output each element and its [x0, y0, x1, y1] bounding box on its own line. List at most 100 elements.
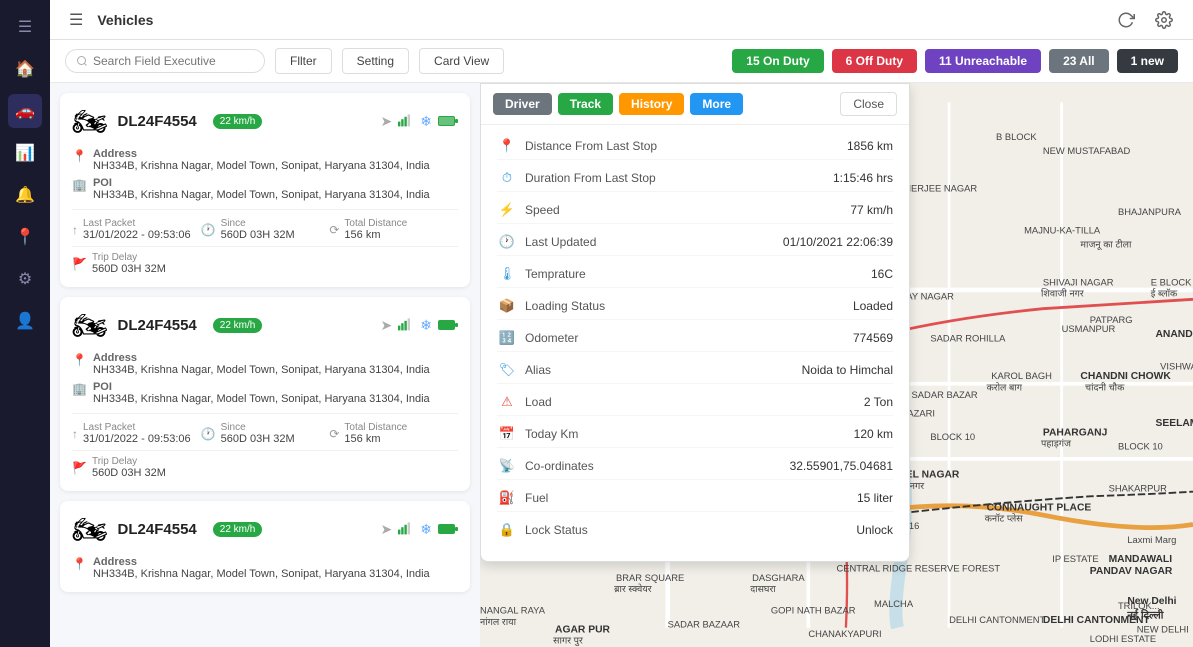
fuel-value: 15 liter — [857, 491, 893, 505]
status-buttons: 15 On Duty 6 Off Duty 11 Unreachable 23 … — [732, 49, 1178, 73]
navigate-icon[interactable]: ➤ — [381, 113, 393, 130]
vehicle-card: 🏍 DL24F4554 22 km/h ➤ ❄ — [60, 93, 470, 287]
profile-icon[interactable]: 👤 — [8, 304, 42, 338]
vehicle-details: 📍 Address NH334B, Krishna Nagar, Model T… — [72, 556, 458, 580]
address-row: 📍 Address NH334B, Krishna Nagar, Model T… — [72, 556, 458, 580]
vehicle-card-header: 🏍 DL24F4554 22 km/h ➤ ❄ — [72, 513, 458, 546]
svg-text:KAROL BAGH: KAROL BAGH — [991, 371, 1052, 381]
loading-status-icon: 📦 — [497, 296, 517, 316]
since-stat: 🕐 Since 560D 03H 32M — [201, 422, 330, 445]
alerts-icon[interactable]: 🔔 — [8, 178, 42, 212]
today-km-label: Today Km — [525, 427, 846, 441]
lock-status-label: Lock Status — [525, 523, 848, 537]
temperature-icon: 🌡 — [497, 264, 517, 284]
topbar-icons — [1112, 6, 1178, 34]
vehicle-stats: ↑ Last Packet 31/01/2022 - 09:53:06 🕐 Si… — [72, 209, 458, 241]
unreachable-button[interactable]: 11 Unreachable — [925, 49, 1041, 73]
navigate-icon[interactable]: ➤ — [381, 521, 393, 538]
tab-history[interactable]: History — [619, 93, 684, 115]
poi-row: 🏢 POI NH334B, Krishna Nagar, Model Town,… — [72, 381, 458, 405]
main-content: ☰ Vehicles Fllt — [50, 0, 1193, 647]
settings-icon[interactable]: ⚙ — [8, 262, 42, 296]
odometer-icon: 🔢 — [497, 328, 517, 348]
svg-text:ANAND V...: ANAND V... — [1155, 329, 1193, 340]
new-button[interactable]: 1 new — [1117, 49, 1178, 73]
vehicle-action-icons: ➤ ❄ — [381, 317, 458, 334]
home-icon[interactable]: 🏠 — [8, 52, 42, 86]
tab-driver[interactable]: Driver — [493, 93, 552, 115]
svg-text:CHANDNI CHOWK: CHANDNI CHOWK — [1080, 371, 1171, 382]
svg-text:DELHI CANTONMENT: DELHI CANTONMENT — [949, 615, 1045, 625]
setting-button[interactable]: Setting — [342, 48, 409, 74]
svg-text:AGAR PUR: AGAR PUR — [555, 624, 610, 635]
svg-text:BRAR SQUARE: BRAR SQUARE — [616, 573, 684, 583]
svg-text:नई दिल्ली: नई दिल्ली — [1126, 608, 1164, 621]
load-value: 2 Ton — [864, 395, 893, 409]
popup-row-lock-status: 🔒 Lock Status Unlock — [497, 517, 893, 543]
popup-row-today-km: 📅 Today Km 120 km — [497, 421, 893, 448]
vehicle-action-icons: ➤ ❄ — [381, 521, 458, 538]
distance-icon: 📍 — [497, 136, 517, 156]
load-label: Load — [525, 395, 856, 409]
sidebar: ☰ 🏠 🚗 📊 🔔 📍 ⚙ 👤 — [0, 0, 50, 647]
navigate-icon[interactable]: ➤ — [381, 317, 393, 334]
svg-text:MANDAWALI: MANDAWALI — [1109, 554, 1173, 565]
gear-icon[interactable] — [1150, 6, 1178, 34]
content-area: 🏍 DL24F4554 22 km/h ➤ ❄ — [50, 83, 1193, 647]
refresh-icon[interactable] — [1112, 6, 1140, 34]
svg-text:चांदनी चौक: चांदनी चौक — [1085, 381, 1125, 392]
on-duty-button[interactable]: 15 On Duty — [732, 49, 823, 73]
signal-icon — [398, 113, 414, 130]
popup-row-duration: ⏱ Duration From Last Stop 1:15:46 hrs — [497, 165, 893, 192]
vehicle-card: 🏍 DL24F4554 22 km/h ➤ ❄ — [60, 297, 470, 491]
duration-label: Duration From Last Stop — [525, 171, 825, 185]
signal-icon — [398, 521, 414, 538]
tab-close-button[interactable]: Close — [840, 92, 897, 116]
map-icon[interactable]: 📍 — [8, 220, 42, 254]
popup-row-temperature: 🌡 Temprature 16C — [497, 261, 893, 288]
reports-icon[interactable]: 📊 — [8, 136, 42, 170]
svg-text:SHAKARPUR: SHAKARPUR — [1109, 484, 1168, 494]
search-box[interactable] — [65, 49, 265, 73]
svg-text:PAHARGANJ: PAHARGANJ — [1043, 427, 1108, 438]
svg-text:SADAR ROHILLA: SADAR ROHILLA — [930, 334, 1006, 344]
vehicle-action-icons: ➤ ❄ — [381, 113, 458, 130]
all-button[interactable]: 23 All — [1049, 49, 1109, 73]
popup-row-speed: ⚡ Speed 77 km/h — [497, 197, 893, 224]
snow-icon: ❄ — [420, 521, 432, 538]
filter-button[interactable]: Fllter — [275, 48, 332, 74]
vehicle-id: DL24F4554 — [118, 521, 197, 538]
poi-icon: 🏢 — [72, 382, 87, 396]
svg-text:माजनू का टीला: माजनू का टीला — [1080, 239, 1132, 251]
speed-badge: 22 km/h — [213, 318, 263, 333]
svg-text:SADAR BAZAR: SADAR BAZAR — [912, 390, 978, 400]
speed-value: 77 km/h — [850, 203, 893, 217]
loading-status-label: Loading Status — [525, 299, 845, 313]
battery-icon — [438, 318, 458, 334]
vehicle-id: DL24F4554 — [118, 317, 197, 334]
svg-text:शिवाजी नगर: शिवाजी नगर — [1041, 288, 1084, 299]
snow-icon: ❄ — [420, 113, 432, 130]
tab-track[interactable]: Track — [558, 93, 613, 115]
svg-text:Laxmi Marg: Laxmi Marg — [1127, 535, 1176, 545]
off-duty-button[interactable]: 6 Off Duty — [832, 49, 917, 73]
card-view-button[interactable]: Card View — [419, 48, 504, 74]
clock-icon: 🕐 — [201, 427, 216, 441]
svg-text:ब्रार स्क्वेयर: ब्रार स्क्वेयर — [614, 583, 652, 594]
topbar-hamburger-icon[interactable]: ☰ — [65, 6, 87, 34]
svg-text:NEW DELHI: NEW DELHI — [1137, 624, 1189, 634]
distance-label: Distance From Last Stop — [525, 139, 839, 153]
filterbar: Fllter Setting Card View 15 On Duty 6 Of… — [50, 40, 1193, 83]
svg-text:पहाड़गंज: पहाड़गंज — [1041, 439, 1072, 449]
menu-icon[interactable]: ☰ — [8, 10, 42, 44]
svg-text:CONNAUGHT PLACE: CONNAUGHT PLACE — [987, 502, 1092, 513]
svg-text:USMANPUR: USMANPUR — [1062, 324, 1116, 334]
popup-row-alias: 🏷 Alias Noida to Himchal — [497, 357, 893, 384]
tab-more[interactable]: More — [690, 93, 743, 115]
distance-icon: ⟳ — [329, 427, 339, 441]
last-packet-stat: ↑ Last Packet 31/01/2022 - 09:53:06 — [72, 422, 201, 445]
vehicle-icon[interactable]: 🚗 — [8, 94, 42, 128]
vehicle-card: 🏍 DL24F4554 22 km/h ➤ ❄ — [60, 501, 470, 592]
search-input[interactable] — [93, 54, 243, 68]
popup-row-load: ⚠ Load 2 Ton — [497, 389, 893, 416]
